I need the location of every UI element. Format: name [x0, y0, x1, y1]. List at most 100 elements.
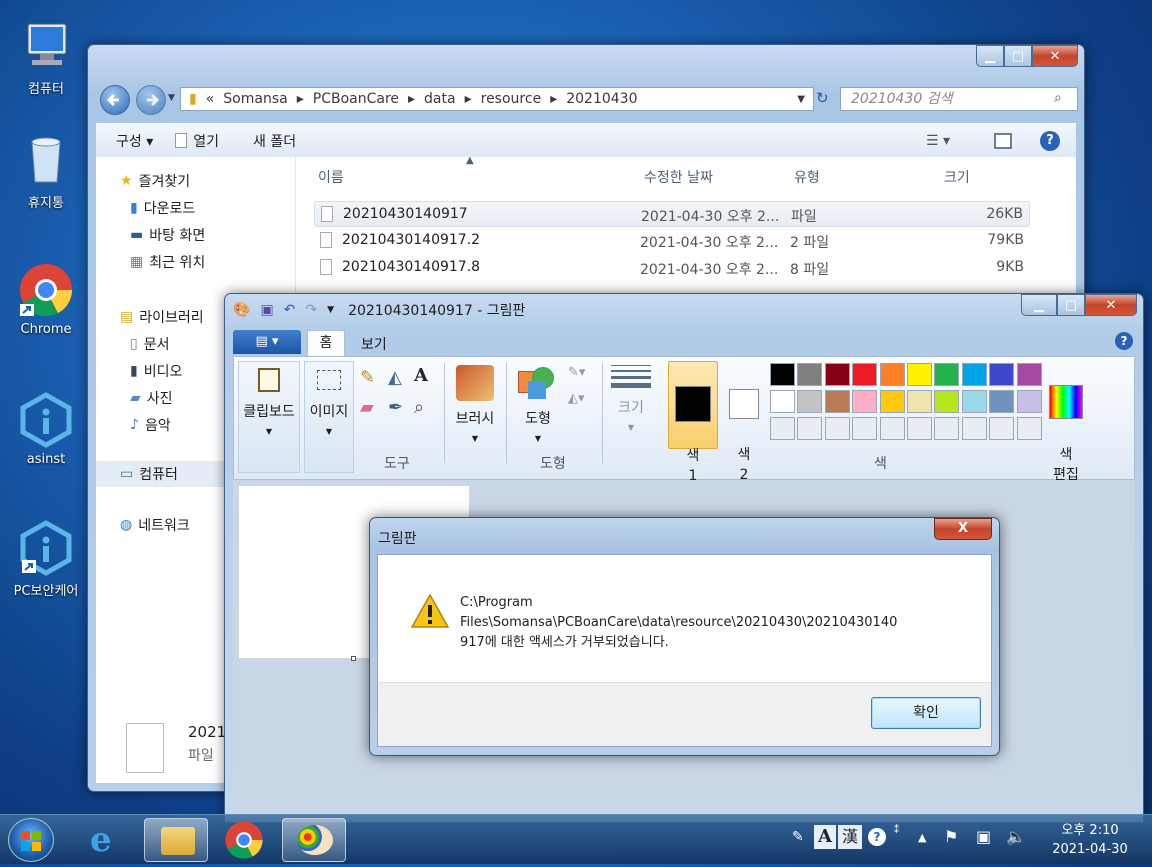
nav-item-music[interactable]: ♪ 음악: [130, 415, 171, 435]
ime-mode-a[interactable]: A: [814, 825, 836, 849]
palette-swatch[interactable]: [879, 363, 905, 386]
paint-menu-button[interactable]: ▤ ▾: [233, 330, 301, 354]
new-folder-button[interactable]: 새 폴더: [253, 131, 296, 151]
language-bar-icon[interactable]: ✎: [792, 829, 804, 845]
breadcrumb-item[interactable]: 20210430: [566, 91, 637, 107]
column-size[interactable]: 크기: [944, 167, 970, 187]
table-row[interactable]: 20210430140917.8 2021-04-30 오후 2... 8 파일…: [314, 255, 1030, 281]
close-button[interactable]: ✕: [1032, 45, 1078, 67]
nav-item-videos[interactable]: ▮ 비디오: [130, 361, 182, 381]
clipboard-button[interactable]: 클립보드 ▼: [238, 361, 300, 473]
address-bar[interactable]: ▮ « Somansa ▸ PCBoanCare ▸ data ▸ resource ▸…: [180, 87, 814, 111]
open-button[interactable]: 열기: [175, 131, 219, 151]
maximize-button[interactable]: □: [1004, 45, 1032, 67]
palette-empty-slot[interactable]: [824, 417, 850, 440]
preview-pane-icon[interactable]: [994, 132, 1012, 149]
tab-view[interactable]: 보기: [361, 334, 387, 354]
palette-empty-slot[interactable]: [961, 417, 987, 440]
palette-swatch[interactable]: [824, 363, 850, 386]
palette-empty-slot[interactable]: [1016, 417, 1042, 440]
palette-swatch[interactable]: [1016, 390, 1042, 413]
outline-icon[interactable]: ✎▾: [568, 365, 585, 380]
palette-swatch[interactable]: [770, 390, 795, 413]
palette-swatch[interactable]: [852, 390, 878, 413]
palette-swatch[interactable]: [989, 390, 1015, 413]
color1-button[interactable]: 색 1: [668, 361, 718, 484]
nav-item-favorites[interactable]: ★ 즐겨찾기: [120, 171, 190, 191]
maximize-button[interactable]: □: [1057, 294, 1085, 316]
history-dropdown-icon[interactable]: ▼: [168, 93, 175, 103]
palette-empty-slot[interactable]: [770, 417, 795, 440]
forward-button[interactable]: [136, 85, 166, 115]
shape-fill-icon[interactable]: ◭▾: [568, 391, 585, 406]
help-icon[interactable]: ?: [1115, 332, 1133, 350]
taskbar-explorer[interactable]: [144, 818, 208, 862]
breadcrumb-separator-icon[interactable]: ▸: [550, 91, 557, 107]
search-icon[interactable]: ⌕: [1054, 90, 1062, 106]
dialog-close-button[interactable]: X: [934, 518, 992, 540]
show-hidden-icons[interactable]: ▲: [918, 831, 926, 844]
palette-swatch[interactable]: [907, 363, 932, 386]
nav-item-desktop[interactable]: ▬ 바탕 화면: [130, 225, 205, 245]
taskbar-paint[interactable]: [282, 818, 346, 862]
fill-icon[interactable]: ◭: [388, 367, 402, 388]
nav-item-pictures[interactable]: ▰ 사진: [130, 388, 173, 408]
palette-empty-slot[interactable]: [989, 417, 1015, 440]
palette-swatch[interactable]: [961, 390, 987, 413]
eraser-icon[interactable]: ▰: [360, 397, 374, 418]
pencil-icon[interactable]: ✎: [360, 367, 375, 388]
palette-swatch[interactable]: [961, 363, 987, 386]
canvas-resize-handle[interactable]: [351, 656, 356, 661]
clock[interactable]: 오후 2:10 2021-04-30: [1040, 821, 1140, 859]
image-button[interactable]: 이미지 ▼: [304, 361, 354, 473]
close-button[interactable]: ✕: [1085, 294, 1137, 316]
tab-home[interactable]: 홈: [307, 330, 345, 357]
ime-hanja[interactable]: 漢: [838, 825, 862, 849]
desktop-icon-asinst[interactable]: asinst: [6, 392, 86, 467]
table-row[interactable]: 20210430140917.2 2021-04-30 오후 2... 2 파일…: [314, 228, 1030, 254]
breadcrumb-item[interactable]: resource: [481, 91, 542, 107]
ime-options-icon[interactable]: ⁑: [894, 825, 899, 836]
palette-swatch[interactable]: [852, 363, 878, 386]
shapes-button[interactable]: 도형 ▼: [512, 361, 564, 449]
palette-empty-slot[interactable]: [907, 417, 932, 440]
palette-swatch[interactable]: [797, 363, 823, 386]
ok-button[interactable]: 확인: [871, 697, 981, 729]
nav-item-libraries[interactable]: ▤ 라이브러리: [120, 307, 204, 327]
column-date[interactable]: 수정한 날짜: [644, 167, 713, 187]
breadcrumb-item[interactable]: Somansa: [223, 91, 287, 107]
redo-icon[interactable]: ↷: [305, 302, 317, 318]
desktop-icon-recycle-bin[interactable]: 휴지통: [6, 132, 86, 211]
size-button[interactable]: 크기 ▼: [606, 361, 656, 438]
minimize-button[interactable]: ▁: [976, 45, 1004, 67]
color-picker-icon[interactable]: ✒: [388, 397, 403, 418]
breadcrumb-overflow[interactable]: «: [206, 91, 215, 107]
organize-button[interactable]: 구성 ▾: [116, 131, 153, 151]
magnifier-icon[interactable]: ⌕: [414, 397, 424, 418]
breadcrumb-separator-icon[interactable]: ▸: [408, 91, 415, 107]
network-status-icon[interactable]: ▣: [976, 827, 991, 846]
volume-icon[interactable]: 🔈: [1006, 827, 1026, 846]
search-input[interactable]: 20210430 검색: [840, 87, 1078, 111]
palette-swatch[interactable]: [934, 363, 960, 386]
error-dialog[interactable]: 그림판 X C:\Program Files\Somansa\PCBoanCar…: [369, 517, 1000, 756]
palette-swatch[interactable]: [824, 390, 850, 413]
column-name[interactable]: 이름: [318, 167, 344, 187]
refresh-icon[interactable]: ↻: [816, 89, 829, 107]
undo-icon[interactable]: ↶: [284, 302, 296, 318]
desktop-icon-chrome[interactable]: Chrome: [6, 262, 86, 337]
palette-swatch[interactable]: [1016, 363, 1042, 386]
view-options-icon[interactable]: ☰ ▾: [926, 133, 950, 149]
customize-qat-icon[interactable]: ▼: [327, 305, 334, 315]
palette-empty-slot[interactable]: [852, 417, 878, 440]
breadcrumb-item[interactable]: data: [424, 91, 456, 107]
palette-swatch[interactable]: [797, 390, 823, 413]
breadcrumb-item[interactable]: PCBoanCare: [313, 91, 399, 107]
save-icon[interactable]: ▣: [260, 302, 273, 318]
back-button[interactable]: [100, 85, 130, 115]
taskbar-ie[interactable]: e: [76, 818, 140, 862]
text-icon[interactable]: A: [414, 365, 428, 386]
table-row[interactable]: 20210430140917 2021-04-30 오후 2... 파일 26K…: [314, 201, 1030, 227]
brushes-button[interactable]: 브러시 ▼: [450, 361, 500, 449]
help-icon[interactable]: ?: [868, 828, 886, 846]
